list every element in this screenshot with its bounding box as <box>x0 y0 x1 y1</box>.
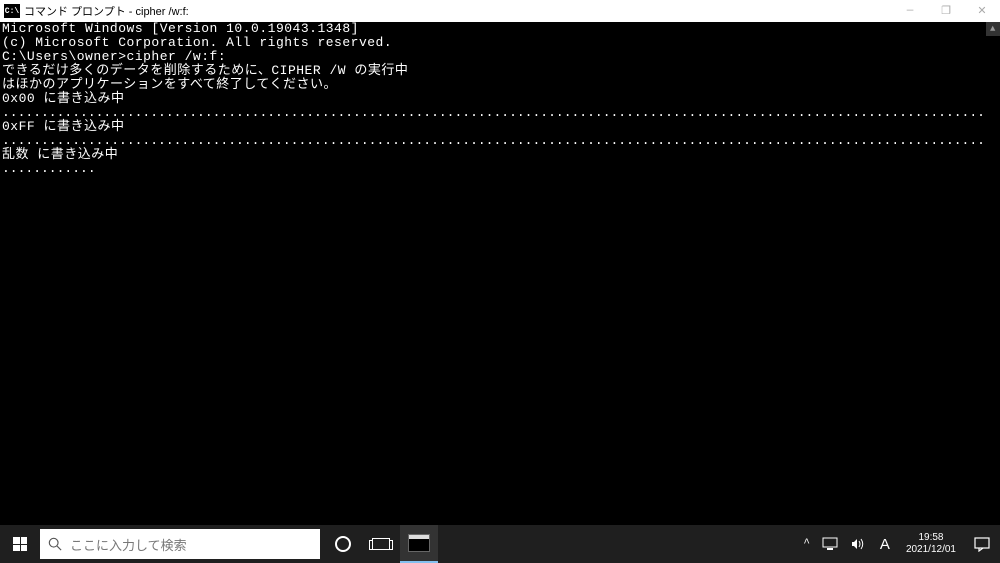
scroll-up-icon[interactable]: ▲ <box>986 22 1000 36</box>
volume-tray-icon[interactable] <box>844 525 872 563</box>
system-tray: ^ A 19:58 2021/12/01 <box>797 525 1000 563</box>
maximize-button[interactable]: ❐ <box>928 0 964 22</box>
progress-dots: ........................................… <box>2 134 998 148</box>
progress-dots: ............ <box>2 162 998 176</box>
progress-dots: ........................................… <box>2 106 998 120</box>
close-button[interactable]: ✕ <box>964 0 1000 22</box>
time-text: 19:58 <box>918 532 943 544</box>
search-placeholder: ここに入力して検索 <box>70 535 187 554</box>
taskbar-icons <box>324 525 438 563</box>
taskview-button[interactable] <box>362 525 400 563</box>
output-line: 0x00 に書き込み中 <box>2 92 998 106</box>
taskview-icon <box>372 538 390 550</box>
output-line: はほかのアプリケーションをすべて終了してください。 <box>2 78 998 92</box>
cortana-button[interactable] <box>324 525 362 563</box>
output-line: できるだけ多くのデータを削除するために、CIPHER /W の実行中 <box>2 64 998 78</box>
display-tray-icon[interactable] <box>816 525 844 563</box>
window-controls: — ❐ ✕ <box>892 0 1000 22</box>
terminal-output[interactable]: Microsoft Windows [Version 10.0.19043.13… <box>0 22 1000 525</box>
clock[interactable]: 19:58 2021/12/01 <box>898 532 964 556</box>
search-icon <box>40 529 70 559</box>
windows-logo-icon <box>13 537 27 551</box>
output-line: 乱数 に書き込み中 <box>2 148 998 162</box>
cmd-icon <box>408 534 430 552</box>
titlebar[interactable]: C:\ コマンド プロンプト - cipher /w:f: — ❐ ✕ <box>0 0 1000 22</box>
search-box[interactable]: ここに入力して検索 <box>40 529 320 559</box>
vertical-scrollbar[interactable]: ▲ <box>986 22 1000 525</box>
taskbar: ここに入力して検索 ^ A 19:58 2021/12/01 <box>0 525 1000 563</box>
output-line: Microsoft Windows [Version 10.0.19043.13… <box>2 22 998 36</box>
prompt-line: C:\Users\owner>cipher /w:f: <box>2 50 998 64</box>
date-text: 2021/12/01 <box>906 544 956 556</box>
start-button[interactable] <box>0 525 40 563</box>
window-title: コマンド プロンプト - cipher /w:f: <box>24 3 892 19</box>
cmd-taskbar-button[interactable] <box>400 525 438 563</box>
ime-indicator[interactable]: A <box>872 525 898 563</box>
output-line: 0xFF に書き込み中 <box>2 120 998 134</box>
cmd-window: C:\ コマンド プロンプト - cipher /w:f: — ❐ ✕ Micr… <box>0 0 1000 525</box>
app-icon: C:\ <box>4 4 20 18</box>
tray-overflow-button[interactable]: ^ <box>797 525 816 563</box>
minimize-button[interactable]: — <box>892 0 928 22</box>
output-line: (c) Microsoft Corporation. All rights re… <box>2 36 998 50</box>
action-center-button[interactable] <box>964 525 1000 563</box>
circle-icon <box>335 536 351 552</box>
